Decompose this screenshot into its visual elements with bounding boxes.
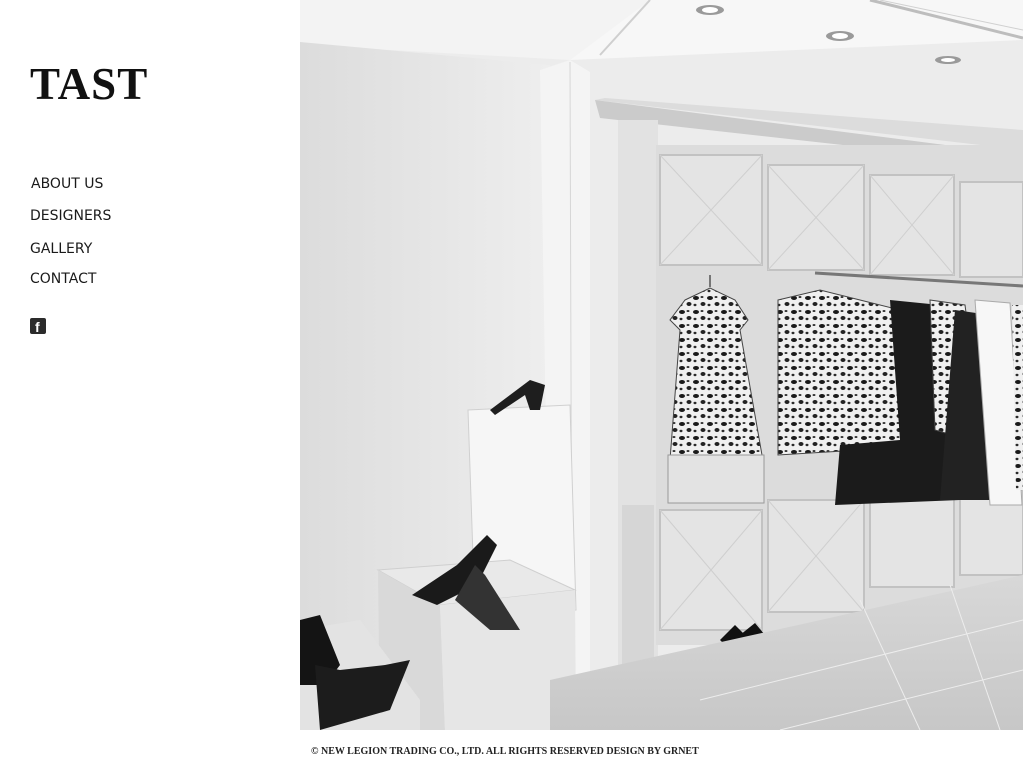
- footer-copyright: © NEW LEGION TRADING CO., LTD. ALL RIGHT…: [311, 746, 699, 757]
- facebook-glyph: f: [35, 319, 40, 335]
- facebook-icon[interactable]: f: [30, 318, 46, 335]
- nav-about-us[interactable]: ABOUT US: [31, 176, 103, 192]
- boutique-interior-image: [300, 0, 1023, 730]
- nav-gallery[interactable]: GALLERY: [30, 241, 92, 257]
- sidebar: TAST ABOUT US DESIGNERS GALLERY CONTACT …: [0, 0, 300, 768]
- nav-contact[interactable]: CONTACT: [30, 271, 96, 287]
- hero-photo: [300, 0, 1023, 730]
- logo[interactable]: TAST: [30, 62, 148, 107]
- nav-designers[interactable]: DESIGNERS: [30, 208, 111, 224]
